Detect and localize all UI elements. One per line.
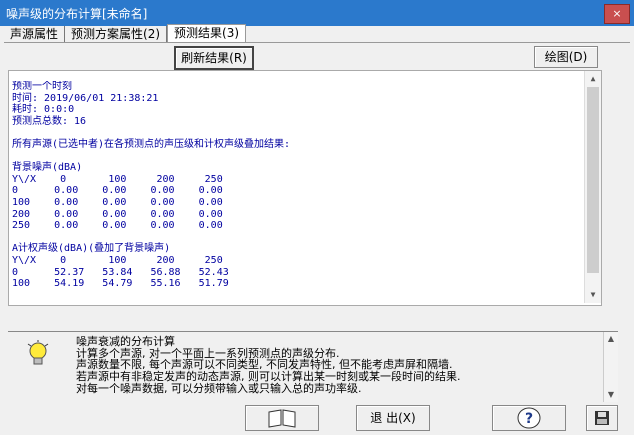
scroll-up-icon[interactable]: ▲ <box>585 71 601 87</box>
result-line: 预测点总数: 16 <box>12 115 87 127</box>
svg-text:?: ? <box>525 411 533 427</box>
result-line <box>12 232 581 244</box>
close-button[interactable]: × <box>604 4 630 24</box>
info-panel: 噪声衰减的分布计算 计算多个声源, 对一个平面上一系列预测点的声级分布. 声源数… <box>8 331 618 404</box>
result-line: Y\/X 0 100 200 250 <box>12 254 223 266</box>
book-icon <box>268 409 296 428</box>
result-line: 预测一个时刻 <box>12 81 72 92</box>
info-text: 噪声衰减的分布计算 计算多个声源, 对一个平面上一系列预测点的声级分布. 声源数… <box>76 336 596 395</box>
result-line: 100 0.00 0.00 0.00 0.00 <box>12 196 223 208</box>
result-line: Y\/X 0 100 200 250 <box>12 173 223 185</box>
result-line <box>12 127 581 139</box>
result-line: 0 52.37 53.84 56.88 52.43 <box>12 266 229 278</box>
result-line: 所有声源(已选中者)在各预测点的声压级和计权声级叠加结果: <box>12 138 291 150</box>
result-line <box>12 151 581 163</box>
lightbulb-icon <box>27 340 49 365</box>
result-line: 250 0.00 0.00 0.00 0.00 <box>12 220 223 232</box>
tab-prediction-results[interactable]: 预测结果(3) <box>167 24 247 43</box>
window-title: 噪声级的分布计算[未命名] <box>6 6 148 21</box>
result-line: A计权声级(dBA)(叠加了背景噪声) <box>12 243 171 255</box>
plot-button[interactable]: 绘图(D) <box>534 46 598 68</box>
scroll-thumb[interactable] <box>587 87 599 273</box>
scroll-down-icon[interactable]: ▼ <box>585 287 601 303</box>
tab-source-properties[interactable]: 声源属性 <box>4 26 66 42</box>
refresh-results-button[interactable]: 刷新结果(R) <box>174 46 254 70</box>
results-scrollbar[interactable]: ▲ ▼ <box>584 71 601 303</box>
save-button[interactable] <box>586 405 618 431</box>
result-line: 背景噪声(dBA) <box>12 162 83 174</box>
info-scroll-down-icon[interactable]: ▼ <box>604 388 618 402</box>
results-text: 预测一个时刻 时间: 2019/06/01 21:38:21 耗时: 0:0:0 预测… <box>12 81 581 303</box>
help-button[interactable]: ? <box>492 405 566 431</box>
exit-button[interactable]: 退 出(X) <box>356 405 430 431</box>
info-title: 噪声衰减的分布计算 <box>76 335 175 348</box>
main-window: 噪声级的分布计算[未命名] × 声源属性 预测方案属性(2) 预测结果(3) 刷… <box>0 0 634 435</box>
result-line: 时间: 2019/06/01 21:38:21 <box>12 92 159 104</box>
floppy-disk-icon <box>595 411 609 425</box>
info-line: 对每一个噪声数据, 可以分频带输入或只输入总的声功率级. <box>76 381 362 395</box>
result-line: 0 0.00 0.00 0.00 0.00 <box>12 185 223 197</box>
result-line: 耗时: 0:0:0 <box>12 104 75 116</box>
manual-button[interactable] <box>245 405 319 431</box>
result-line: 200 0.00 0.00 0.00 0.00 <box>12 208 223 220</box>
title-bar: 噪声级的分布计算[未命名] × <box>0 0 634 26</box>
info-scroll-up-icon[interactable]: ▲ <box>604 332 618 346</box>
tab-prediction-scheme[interactable]: 预测方案属性(2) <box>65 26 168 42</box>
tab-bar: 声源属性 预测方案属性(2) 预测结果(3) <box>4 24 247 43</box>
info-scrollbar[interactable]: ▲ ▼ <box>603 332 618 402</box>
help-icon: ? <box>517 407 541 429</box>
results-panel[interactable]: 预测一个时刻 时间: 2019/06/01 21:38:21 耗时: 0:0:0 预测… <box>8 70 602 306</box>
result-line: 100 54.19 54.79 55.16 51.79 <box>12 278 229 290</box>
tab-divider <box>4 42 630 43</box>
